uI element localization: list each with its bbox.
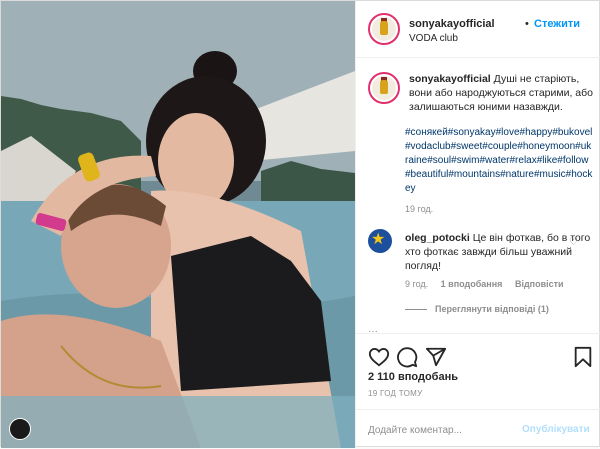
bookmark-icon[interactable]	[572, 346, 594, 368]
bottle-icon	[380, 80, 388, 94]
share-icon[interactable]	[425, 346, 447, 368]
add-comment-bar: Опублікувати	[356, 409, 600, 449]
author-avatar[interactable]	[368, 13, 400, 45]
comment-likes[interactable]: 1 вподобання	[441, 279, 503, 289]
view-replies-label: Переглянути відповіді (1)	[435, 304, 549, 314]
post-header: sonyakayofficial • Стежити VODA club	[356, 1, 600, 58]
heart-icon[interactable]	[368, 346, 390, 368]
caption-time: 19 год.	[405, 204, 434, 214]
star-icon: ★	[371, 231, 386, 248]
post-dialog: sonyakayofficial • Стежити VODA club son…	[0, 0, 600, 448]
comment-time: 9 год.	[405, 279, 429, 289]
loading-more-icon: ···	[368, 326, 378, 333]
publish-button[interactable]: Опублікувати	[522, 424, 590, 435]
caption-username[interactable]: sonyakayofficial	[409, 73, 491, 85]
caption: sonyakayofficial Душі не старіють, вони …	[409, 72, 594, 114]
post-actions: 2 110 вподобань 19 ГОД ТОМУ Опублікувати	[356, 333, 600, 448]
comment-like-heart-icon[interactable]: ♡	[569, 237, 578, 248]
post-side-panel: sonyakayofficial • Стежити VODA club son…	[355, 1, 600, 448]
follow-button[interactable]: Стежити	[534, 18, 580, 30]
comment: oleg_potocki Це він фоткав, бо в того хт…	[405, 231, 595, 273]
comment-meta: 9 год. 1 вподобання Відповісти	[405, 279, 574, 289]
author-username[interactable]: sonyakayofficial	[409, 18, 495, 30]
likes-count[interactable]: 2 110 вподобань	[368, 371, 458, 383]
header-separator: •	[525, 18, 529, 30]
replies-divider	[405, 309, 427, 311]
posted-time: 19 ГОД ТОМУ	[368, 389, 423, 398]
comment-icon[interactable]	[396, 346, 418, 368]
comment-username[interactable]: oleg_potocki	[405, 232, 470, 244]
view-replies-button[interactable]: Переглянути відповіді (1)	[405, 304, 549, 314]
post-location[interactable]: VODA club	[409, 33, 458, 44]
photo-illustration	[1, 1, 355, 448]
tagged-user-avatar[interactable]	[9, 418, 31, 440]
commenter-avatar[interactable]: ★	[368, 229, 392, 253]
caption-hashtags[interactable]: #сонякей#sonyakay#love#happy#bukovel#vod…	[405, 126, 593, 196]
caption-author-avatar[interactable]	[368, 72, 400, 104]
comments-section: sonyakayofficial Душі не старіють, вони …	[356, 58, 600, 333]
post-photo[interactable]	[1, 1, 355, 448]
bottle-icon	[380, 21, 388, 35]
comment-input[interactable]	[368, 421, 518, 439]
reply-button[interactable]: Відповісти	[515, 279, 564, 289]
